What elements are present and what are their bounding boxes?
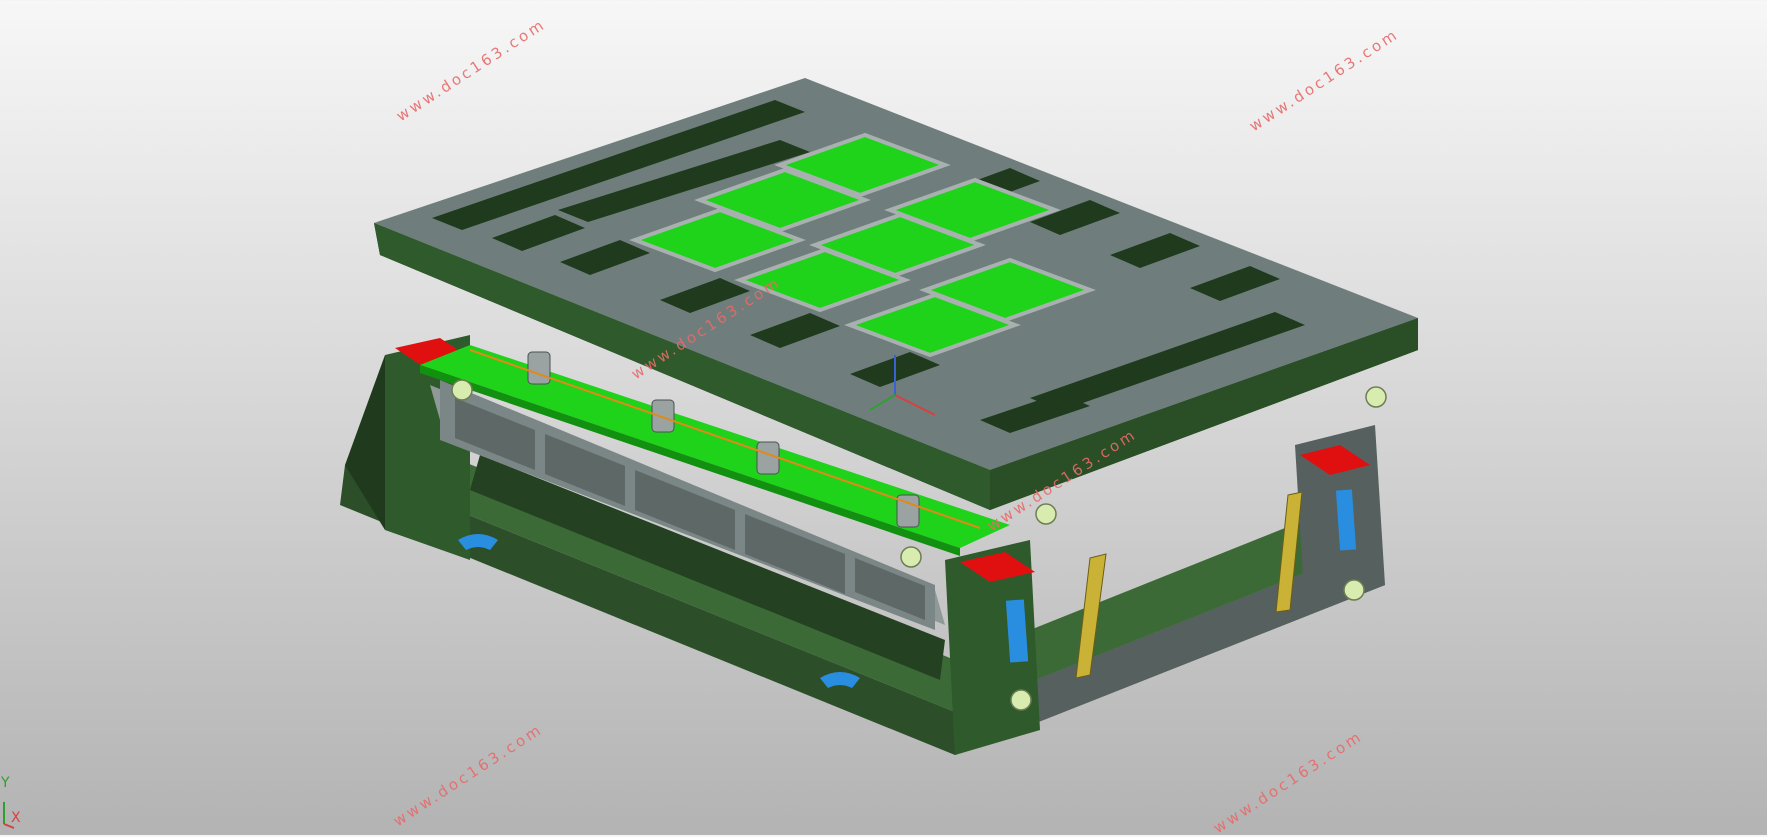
mold-assembly-model[interactable] xyxy=(0,0,1767,835)
axis-y-label: Y xyxy=(1,775,10,791)
axis-x-label: X xyxy=(11,810,21,826)
cad-viewport[interactable]: www.doc163.com www.doc163.com www.doc163… xyxy=(0,0,1767,837)
